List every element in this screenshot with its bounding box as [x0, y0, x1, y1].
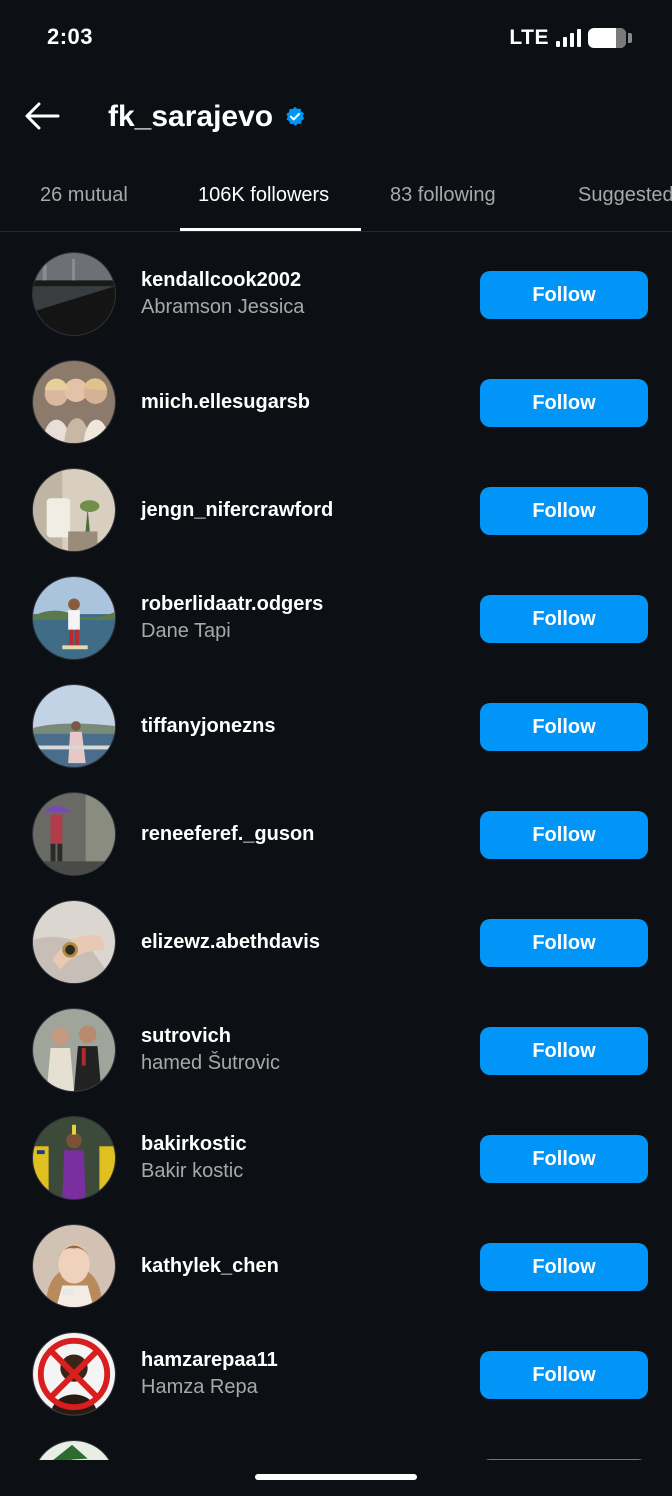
username[interactable]: kathylek_chen: [141, 1253, 279, 1280]
username[interactable]: reneeferef._guson: [141, 821, 314, 848]
profile-header: fk_sarajevo: [0, 88, 672, 148]
status-time: 2:03: [47, 24, 94, 49]
follower-names: roberlidaatr.odgers Dane Tapi: [141, 566, 323, 670]
follower-names: elizewz.abethdavis: [141, 890, 320, 994]
follower-row[interactable]: bakirkostic Bakir kostic Follow: [0, 1106, 672, 1214]
followers-screen: 2:03 LTE fk_sarajevo 26 mutual 106K foll…: [0, 0, 672, 1496]
home-indicator[interactable]: [255, 1474, 417, 1480]
tab-following[interactable]: 83 following: [390, 184, 496, 207]
follow-button[interactable]: Follow: [480, 1027, 648, 1075]
follower-row[interactable]: tiffanyjonezns Follow: [0, 674, 672, 782]
follow-button[interactable]: Follow: [480, 379, 648, 427]
avatar[interactable]: [32, 684, 116, 768]
network-type: LTE: [509, 26, 549, 49]
avatar[interactable]: [32, 1008, 116, 1092]
avatar[interactable]: [32, 576, 116, 660]
follower-row[interactable]: jengn_nifercrawford Follow: [0, 458, 672, 566]
avatar[interactable]: [32, 792, 116, 876]
full-name: Hamza Repa: [141, 1376, 258, 1398]
follower-names: kathylek_chen: [141, 1214, 279, 1318]
status-bar: 2:03 LTE: [0, 0, 672, 76]
full-name: hamed Šutrovic: [141, 1052, 280, 1074]
follower-row[interactable]: elizewz.abethdavis Follow: [0, 890, 672, 998]
tab-mutual[interactable]: 26 mutual: [40, 184, 128, 207]
followers-list: kendallcook2002 Abramson Jessica Follow …: [0, 242, 672, 1460]
follower-row[interactable]: hamzarepaa11 Hamza Repa Follow: [0, 1322, 672, 1430]
follower-names: kendallcook2002 Abramson Jessica: [141, 242, 304, 346]
follower-row[interactable]: miich.ellesugarsb Follow: [0, 350, 672, 458]
follower-names: sutrovich hamed Šutrovic: [141, 998, 280, 1102]
follower-row[interactable]: [0, 1430, 672, 1460]
follow-button[interactable]: Follow: [480, 1135, 648, 1183]
username[interactable]: tiffanyjonezns: [141, 713, 275, 740]
follower-names: jengn_nifercrawford: [141, 458, 333, 562]
username[interactable]: miich.ellesugarsb: [141, 389, 310, 416]
avatar[interactable]: [32, 252, 116, 336]
active-tab-indicator: [180, 228, 361, 231]
username[interactable]: sutrovich: [141, 1023, 280, 1050]
tab-suggested[interactable]: Suggested: [578, 184, 672, 207]
follow-button[interactable]: Follow: [480, 811, 648, 859]
follower-row[interactable]: sutrovich hamed Šutrovic Follow: [0, 998, 672, 1106]
signal-icon: [556, 29, 581, 47]
follower-row[interactable]: kathylek_chen Follow: [0, 1214, 672, 1322]
follow-button[interactable]: Follow: [480, 1351, 648, 1399]
follower-names: bakirkostic Bakir kostic: [141, 1106, 247, 1210]
avatar[interactable]: [32, 468, 116, 552]
avatar[interactable]: [32, 900, 116, 984]
tab-followers[interactable]: 106K followers: [198, 184, 329, 207]
full-name: Dane Tapi: [141, 620, 231, 642]
follow-button[interactable]: Follow: [480, 1243, 648, 1291]
avatar[interactable]: [32, 1440, 116, 1460]
avatar[interactable]: [32, 1116, 116, 1200]
follower-row[interactable]: roberlidaatr.odgers Dane Tapi Follow: [0, 566, 672, 674]
username[interactable]: elizewz.abethdavis: [141, 929, 320, 956]
username[interactable]: bakirkostic: [141, 1131, 247, 1158]
username[interactable]: kendallcook2002: [141, 267, 304, 294]
page-title: fk_sarajevo: [108, 100, 274, 133]
avatar[interactable]: [32, 1224, 116, 1308]
battery-icon: [588, 28, 632, 48]
full-name: Abramson Jessica: [141, 296, 305, 318]
arrow-left-icon: [25, 102, 60, 130]
follow-button[interactable]: Follow: [480, 703, 648, 751]
username[interactable]: jengn_nifercrawford: [141, 497, 333, 524]
follower-names: hamzarepaa11 Hamza Repa: [141, 1322, 278, 1426]
follower-names: miich.ellesugarsb: [141, 350, 310, 454]
follow-button[interactable]: Follow: [480, 487, 648, 535]
full-name: Bakir kostic: [141, 1160, 244, 1182]
follower-names: reneeferef._guson: [141, 782, 314, 886]
verified-badge-icon: [286, 106, 305, 126]
back-button[interactable]: [22, 96, 62, 136]
username[interactable]: roberlidaatr.odgers: [141, 591, 323, 618]
follow-button[interactable]: Follow: [480, 919, 648, 967]
follower-names: tiffanyjonezns: [141, 674, 275, 778]
avatar[interactable]: [32, 360, 116, 444]
follow-button[interactable]: [480, 1459, 648, 1460]
follow-tabs: 26 mutual 106K followers 83 following Su…: [0, 168, 672, 232]
avatar[interactable]: [32, 1332, 116, 1416]
username[interactable]: hamzarepaa11: [141, 1347, 278, 1374]
follow-button[interactable]: Follow: [480, 271, 648, 319]
follow-button[interactable]: Follow: [480, 595, 648, 643]
follower-row[interactable]: kendallcook2002 Abramson Jessica Follow: [0, 242, 672, 350]
status-icons: LTE: [509, 26, 632, 50]
follower-row[interactable]: reneeferef._guson Follow: [0, 782, 672, 890]
